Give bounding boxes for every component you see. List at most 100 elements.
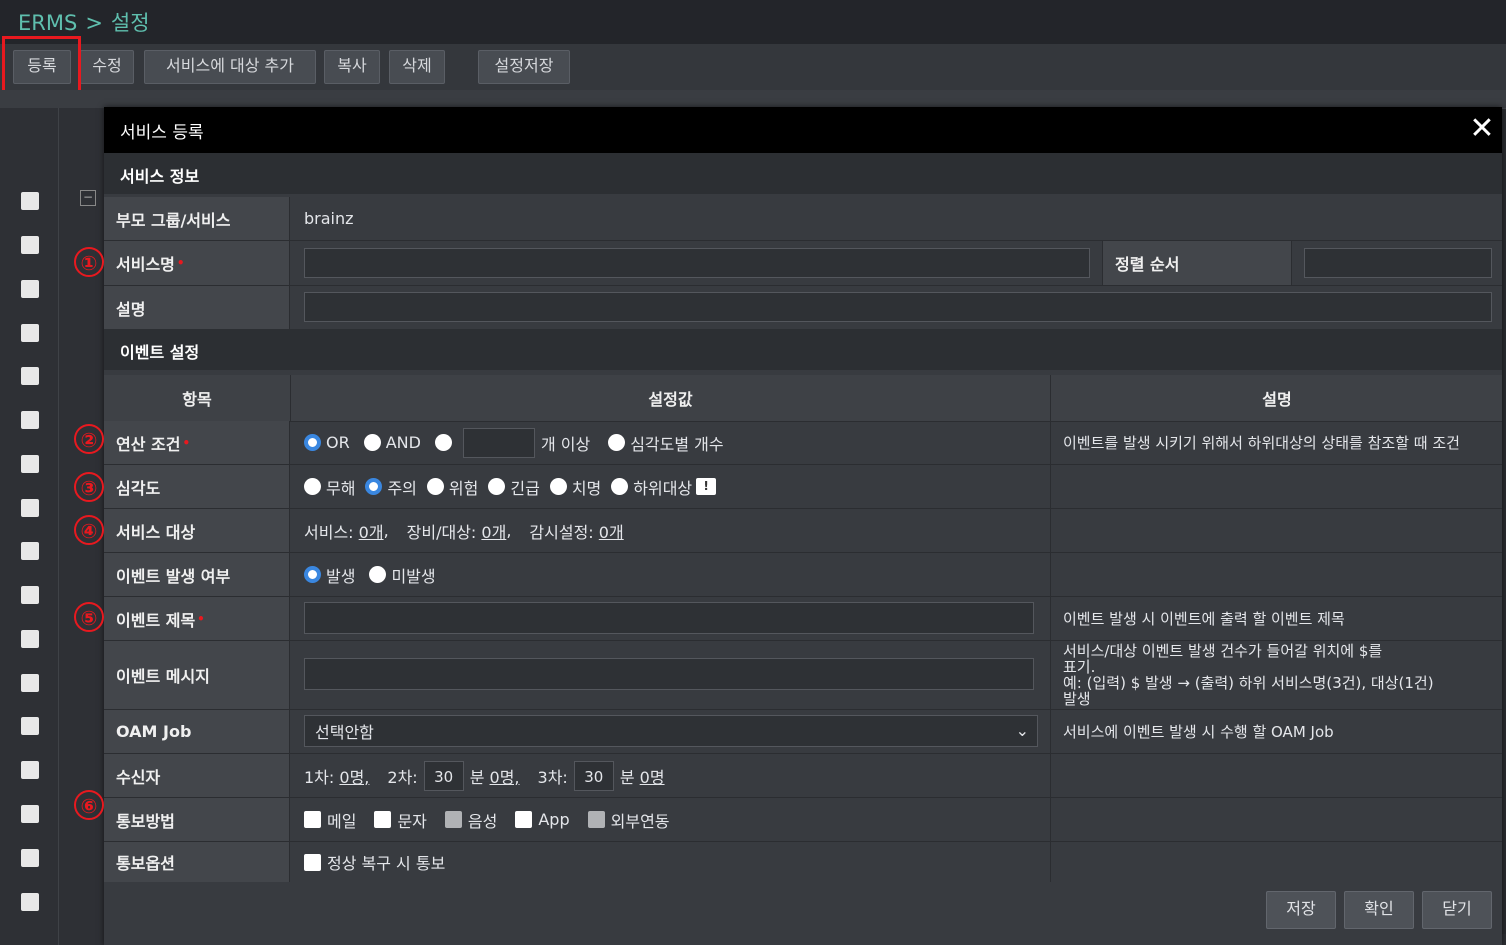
- receiver-first-prefix: 1차:: [304, 767, 335, 787]
- target-monitor-count-link[interactable]: 0개: [599, 519, 624, 543]
- notify-recovery-option[interactable]: 정상 복구 시 통보: [304, 850, 445, 874]
- notify-app-option[interactable]: App: [515, 810, 570, 829]
- target-device-count-link[interactable]: 0개: [481, 519, 506, 543]
- callout-5: ⑤: [74, 602, 104, 632]
- oam-job-selected: 선택안함: [315, 723, 374, 742]
- receiver-third-count-link[interactable]: 0명: [640, 764, 665, 788]
- severity-option-critical[interactable]: 치명: [549, 475, 602, 499]
- severity-option-danger[interactable]: 위험: [426, 475, 478, 499]
- row-checkbox[interactable]: [21, 455, 39, 473]
- oam-job-desc: 서비스에 이벤트 발생 시 수행 할 OAM Job: [1050, 710, 1502, 753]
- radio[interactable]: [488, 478, 506, 495]
- row-checkbox[interactable]: [21, 499, 39, 517]
- checkbox[interactable]: [304, 811, 321, 828]
- row-checkbox[interactable]: [21, 761, 39, 779]
- row-checkbox[interactable]: [21, 717, 39, 735]
- row-checkbox[interactable]: [21, 280, 39, 298]
- close-icon[interactable]: ✕: [1466, 113, 1498, 145]
- oam-job-select[interactable]: 선택안함 ⌄: [304, 715, 1038, 747]
- radio[interactable]: [363, 434, 381, 451]
- row-checkbox[interactable]: [21, 586, 39, 604]
- severity-option-harmless[interactable]: 무해: [304, 475, 355, 499]
- row-checkbox[interactable]: [21, 367, 39, 385]
- service-name-input[interactable]: [304, 248, 1090, 278]
- row-checkbox[interactable]: [21, 849, 39, 867]
- radio[interactable]: [611, 478, 629, 495]
- receiver-first-count-link[interactable]: 0명,: [339, 764, 369, 788]
- breadcrumb-root[interactable]: ERMS: [18, 11, 77, 35]
- tree-collapse-icon[interactable]: −: [80, 190, 96, 206]
- row-checkbox[interactable]: [21, 805, 39, 823]
- receiver-second-minutes-input[interactable]: 30: [423, 760, 464, 791]
- row-checkbox[interactable]: [21, 893, 39, 911]
- radio-selected[interactable]: [304, 434, 321, 451]
- service-name-row: 서비스명 • 정렬 순서: [104, 241, 1502, 286]
- radio-selected[interactable]: [304, 566, 321, 583]
- save-button[interactable]: 저장: [1266, 891, 1336, 929]
- receiver-second-count-link[interactable]: 0명,: [490, 764, 520, 788]
- severity-option-label: 치명: [571, 478, 602, 498]
- copy-button[interactable]: 복사: [324, 50, 380, 84]
- operation-or-option[interactable]: OR: [304, 433, 350, 452]
- operation-and-option[interactable]: AND: [363, 433, 421, 452]
- description-input[interactable]: [304, 292, 1492, 322]
- info-badge-icon[interactable]: !: [696, 478, 717, 495]
- checkbox[interactable]: [374, 811, 392, 828]
- description-label: 설명: [104, 286, 290, 329]
- checkbox[interactable]: [515, 811, 533, 828]
- event-title-input[interactable]: [304, 602, 1034, 634]
- severity-option-urgent[interactable]: 긴급: [488, 475, 540, 499]
- sort-order-input[interactable]: [1304, 248, 1492, 278]
- radio-selected[interactable]: [365, 478, 383, 495]
- radio[interactable]: [426, 478, 444, 495]
- notify-method-options: 메일 문자 음성 App 외부연동: [304, 798, 684, 841]
- receiver-third-minutes-input[interactable]: 30: [573, 760, 614, 791]
- row-checkbox[interactable]: [21, 324, 39, 342]
- operation-severity-count-option[interactable]: 심각도별 개수: [608, 431, 724, 455]
- occurrence-row: 이벤트 발생 여부 발생 미발생: [104, 553, 1502, 597]
- dialog-title: 서비스 등록: [120, 123, 204, 143]
- minute-unit: 분: [619, 767, 635, 787]
- notify-method-desc: [1050, 798, 1502, 841]
- comma: ,: [506, 521, 512, 540]
- parent-label: 부모 그룹/서비스: [104, 197, 290, 240]
- radio[interactable]: [369, 566, 387, 583]
- target-service-count-link[interactable]: 0개: [359, 519, 384, 543]
- severity-option-subtarget[interactable]: 하위대상!: [611, 475, 717, 499]
- notify-sms-option[interactable]: 문자: [374, 808, 427, 832]
- operation-count-option[interactable]: [434, 434, 457, 451]
- radio[interactable]: [434, 434, 452, 451]
- notify-external-option: 외부연동: [587, 808, 670, 832]
- event-table-header: 항목 설정값 설명: [104, 375, 1502, 422]
- section-title: 이벤트 설정: [120, 343, 200, 362]
- row-checkbox[interactable]: [21, 192, 39, 210]
- delete-button[interactable]: 삭제: [389, 50, 445, 84]
- row-checkbox[interactable]: [21, 674, 39, 692]
- event-message-input[interactable]: [304, 658, 1034, 690]
- header-value: 설정값: [648, 390, 693, 409]
- radio[interactable]: [549, 478, 567, 495]
- row-checkbox[interactable]: [21, 630, 39, 648]
- notify-option-values: 정상 복구 시 통보: [304, 842, 459, 882]
- edit-button[interactable]: 수정: [80, 50, 134, 84]
- service-target-label: 서비스 대상: [104, 509, 290, 552]
- operation-count-input[interactable]: [462, 427, 535, 458]
- save-settings-button[interactable]: 설정저장: [478, 50, 570, 84]
- target-monitor-prefix: 감시설정:: [529, 522, 594, 542]
- checkbox[interactable]: [304, 853, 321, 871]
- event-message-row: 이벤트 메시지 서비스/대상 이벤트 발생 건수가 들어갈 위치에 $를 표기.…: [104, 641, 1502, 710]
- occurrence-yes-option[interactable]: 발생: [304, 563, 355, 587]
- radio[interactable]: [608, 434, 626, 451]
- severity-option-warning[interactable]: 주의: [365, 475, 417, 499]
- confirm-button[interactable]: 확인: [1344, 891, 1414, 929]
- radio[interactable]: [304, 478, 321, 495]
- row-checkbox[interactable]: [21, 411, 39, 429]
- notify-mail-option[interactable]: 메일: [304, 808, 356, 832]
- close-button[interactable]: 닫기: [1422, 891, 1492, 929]
- row-checkbox[interactable]: [21, 542, 39, 560]
- event-title-label-text: 이벤트 제목: [116, 610, 196, 630]
- row-checkbox[interactable]: [21, 236, 39, 254]
- event-message-label: 이벤트 메시지: [104, 641, 290, 709]
- add-target-button[interactable]: 서비스에 대상 추가: [144, 50, 316, 84]
- occurrence-no-option[interactable]: 미발생: [369, 563, 436, 587]
